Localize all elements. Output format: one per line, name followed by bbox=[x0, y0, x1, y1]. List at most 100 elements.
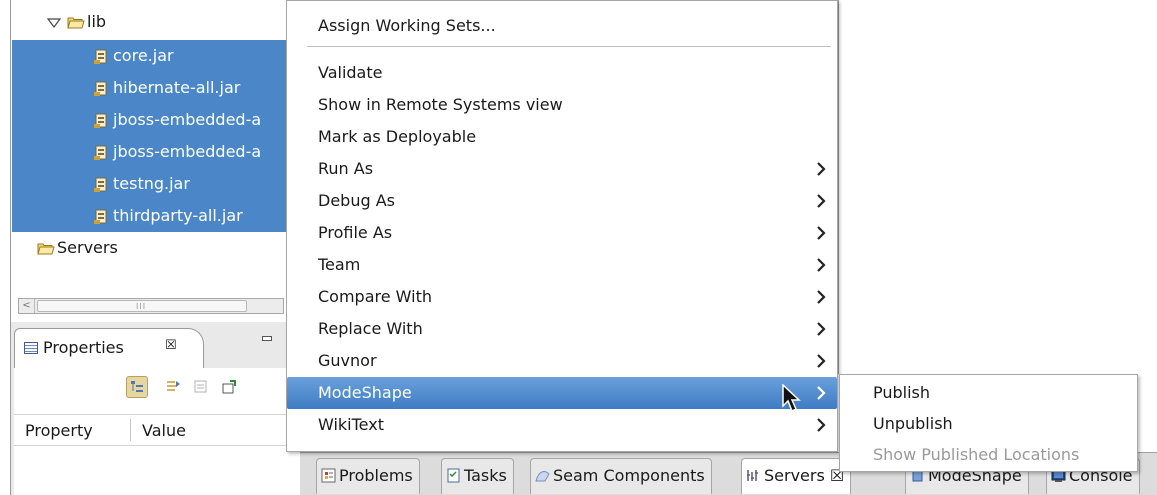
minimize-icon[interactable] bbox=[262, 336, 272, 341]
tree-item-file[interactable]: thirdparty-all.jar bbox=[12, 200, 287, 232]
properties-table-header: Property Value bbox=[14, 414, 286, 446]
menu-item-debug-as[interactable]: Debug As bbox=[287, 185, 837, 217]
project-explorer-panel: lib core.jar hibernate-all.jar jboss-emb… bbox=[10, 0, 287, 322]
file-label: testng.jar bbox=[113, 174, 190, 193]
open-folder-icon bbox=[67, 17, 85, 29]
menu-item-profile-as[interactable]: Profile As bbox=[287, 217, 837, 249]
scroll-left-arrow-icon[interactable]: < bbox=[19, 299, 35, 313]
menu-item-label: Profile As bbox=[318, 223, 393, 242]
menu-item-label: Validate bbox=[318, 63, 383, 82]
filter-icon[interactable] bbox=[190, 376, 212, 398]
tab-label: Seam Components bbox=[553, 466, 705, 485]
properties-table-body bbox=[14, 446, 286, 495]
scroll-grip: III bbox=[136, 302, 147, 311]
tab-seam-components[interactable]: Seam Components bbox=[530, 458, 712, 494]
properties-tab[interactable]: Properties ☒ bbox=[14, 328, 204, 368]
open-folder-icon bbox=[37, 243, 55, 255]
menu-item-label: Run As bbox=[318, 159, 374, 178]
submenu-arrow-icon bbox=[817, 418, 826, 432]
file-label: hibernate-all.jar bbox=[113, 78, 241, 97]
menu-item-team[interactable]: Team bbox=[287, 249, 837, 281]
submenu-item-show-published-locations: Show Published Locations bbox=[873, 439, 1079, 471]
submenu-item-label: Publish bbox=[873, 383, 931, 402]
tree-item-file[interactable]: testng.jar bbox=[12, 168, 287, 200]
tree-item-label: lib bbox=[87, 12, 107, 31]
menu-item-label: Debug As bbox=[318, 191, 395, 210]
show-categories-icon[interactable] bbox=[126, 376, 148, 398]
submenu-arrow-icon bbox=[817, 386, 826, 400]
submenu-item-publish[interactable]: Publish bbox=[873, 377, 930, 409]
tab-label: Problems bbox=[339, 466, 413, 485]
file-label: thirdparty-all.jar bbox=[113, 206, 243, 225]
context-menu: Assign Working Sets... Validate Show in … bbox=[286, 0, 838, 452]
properties-table-icon bbox=[24, 342, 38, 354]
jar-file-icon bbox=[94, 49, 107, 64]
file-label: core.jar bbox=[113, 46, 174, 65]
tab-problems[interactable]: Problems bbox=[316, 458, 420, 494]
properties-toolbar bbox=[14, 368, 286, 414]
show-advanced-icon[interactable] bbox=[162, 376, 184, 398]
tree-item-file[interactable]: jboss-embedded-a bbox=[12, 136, 287, 168]
menu-item-guvnor[interactable]: Guvnor bbox=[287, 345, 837, 377]
submenu-item-unpublish[interactable]: Unpublish bbox=[873, 408, 953, 440]
menu-item-wikitext[interactable]: WikiText bbox=[287, 409, 837, 441]
column-header-property[interactable]: Property bbox=[25, 421, 93, 440]
restore-default-icon[interactable] bbox=[218, 376, 240, 398]
jar-file-icon bbox=[94, 145, 107, 160]
menu-item-compare-with[interactable]: Compare With bbox=[287, 281, 837, 313]
column-header-value[interactable]: Value bbox=[142, 421, 186, 440]
submenu-arrow-icon bbox=[817, 194, 826, 208]
menu-item-run-as[interactable]: Run As bbox=[287, 153, 837, 185]
menu-item-assign-working-sets[interactable]: Assign Working Sets... bbox=[287, 10, 837, 42]
jar-file-icon bbox=[94, 209, 107, 224]
file-label: jboss-embedded-a bbox=[113, 110, 262, 129]
submenu-arrow-icon bbox=[817, 290, 826, 304]
submenu-arrow-icon bbox=[817, 258, 826, 272]
file-label: jboss-embedded-a bbox=[113, 142, 262, 161]
tree-item-label: Servers bbox=[57, 238, 118, 257]
tab-label: Tasks bbox=[464, 466, 507, 485]
mouse-cursor-icon bbox=[782, 384, 801, 413]
tree-item-file[interactable]: core.jar bbox=[12, 40, 287, 72]
menu-item-label: Replace With bbox=[318, 319, 423, 338]
editor-area bbox=[838, 0, 1157, 374]
menu-item-label: Guvnor bbox=[318, 351, 377, 370]
tab-tasks[interactable]: Tasks bbox=[441, 458, 514, 494]
tree-item-servers[interactable]: Servers bbox=[37, 232, 118, 264]
tree-item-file[interactable]: jboss-embedded-a bbox=[12, 104, 287, 136]
column-divider[interactable] bbox=[130, 419, 131, 441]
menu-item-mark-as-deployable[interactable]: Mark as Deployable bbox=[287, 121, 837, 153]
tree-item-lib[interactable]: lib bbox=[47, 6, 106, 38]
jar-file-icon bbox=[94, 113, 107, 128]
menu-item-replace-with[interactable]: Replace With bbox=[287, 313, 837, 345]
menu-item-label: Team bbox=[318, 255, 361, 274]
jar-file-icon bbox=[94, 177, 107, 192]
horizontal-scrollbar[interactable]: < III bbox=[18, 298, 284, 314]
tab-label: Servers ☒ bbox=[764, 466, 845, 485]
menu-item-label: ModeShape bbox=[318, 383, 412, 402]
submenu-arrow-icon bbox=[817, 162, 826, 176]
modeshape-submenu: Publish Unpublish Show Published Locatio… bbox=[839, 374, 1138, 472]
submenu-arrow-icon bbox=[817, 354, 826, 368]
menu-item-modeshape[interactable]: ModeShape bbox=[287, 377, 837, 409]
close-tab-icon[interactable]: ☒ bbox=[165, 338, 177, 353]
submenu-item-label: Show Published Locations bbox=[873, 445, 1080, 464]
menu-item-label: Assign Working Sets... bbox=[318, 16, 496, 35]
menu-item-label: Mark as Deployable bbox=[318, 127, 477, 146]
submenu-arrow-icon bbox=[817, 226, 826, 240]
menu-item-label: WikiText bbox=[318, 415, 384, 434]
expand-twistie-icon[interactable] bbox=[47, 17, 61, 29]
servers-icon bbox=[747, 470, 758, 481]
jar-file-icon bbox=[94, 81, 107, 96]
tree-item-file[interactable]: hibernate-all.jar bbox=[12, 72, 287, 104]
scrollbar-thumb[interactable]: III bbox=[37, 300, 247, 312]
menu-item-label: Compare With bbox=[318, 287, 432, 306]
submenu-arrow-icon bbox=[817, 322, 826, 336]
menu-item-label: Show in Remote Systems view bbox=[318, 95, 563, 114]
tasks-icon bbox=[447, 468, 460, 483]
submenu-item-label: Unpublish bbox=[873, 414, 953, 433]
tab-servers[interactable]: Servers ☒ bbox=[741, 458, 852, 494]
seam-components-icon bbox=[535, 471, 550, 482]
menu-item-show-in-remote-systems[interactable]: Show in Remote Systems view bbox=[287, 89, 837, 121]
menu-item-validate[interactable]: Validate bbox=[287, 57, 837, 89]
